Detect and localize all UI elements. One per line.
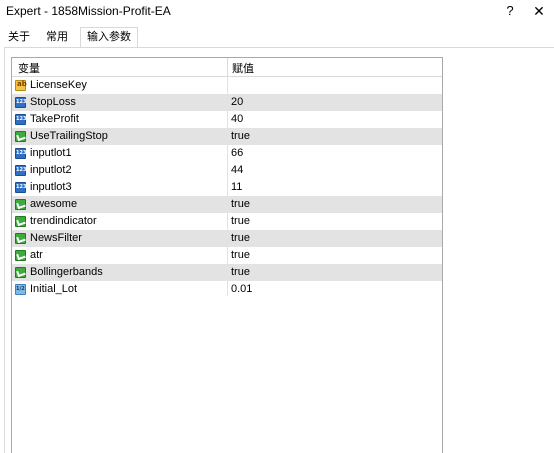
param-name: LicenseKey	[30, 79, 87, 91]
param-name: NewsFilter	[30, 232, 82, 244]
param-value[interactable]: 0.01	[231, 283, 252, 295]
param-value[interactable]: true	[231, 215, 250, 227]
integer-icon	[15, 182, 26, 193]
tab-inputs[interactable]: 输入参数	[80, 27, 138, 47]
tab-panel-border	[4, 47, 554, 48]
param-row-atr[interactable]: atr true	[12, 247, 442, 264]
param-row-initial-lot[interactable]: Initial_Lot 0.01	[12, 281, 442, 298]
param-name: UseTrailingStop	[30, 130, 108, 142]
column-header-value[interactable]: 赋值	[232, 60, 254, 76]
help-button[interactable]: ?	[500, 1, 520, 21]
column-divider[interactable]	[227, 58, 228, 76]
param-name: Bollingerbands	[30, 266, 103, 278]
param-row-trendindicator[interactable]: trendindicator true	[12, 213, 442, 230]
param-value[interactable]: true	[231, 198, 250, 210]
param-row-newsfilter[interactable]: NewsFilter true	[12, 230, 442, 247]
integer-icon	[15, 148, 26, 159]
param-value[interactable]: true	[231, 266, 250, 278]
close-button[interactable]: ✕	[528, 1, 550, 21]
param-value[interactable]: 66	[231, 147, 243, 159]
param-row-bollingerbands[interactable]: Bollingerbands true	[12, 264, 442, 281]
param-value[interactable]: 20	[231, 96, 243, 108]
table-header: 变量 赋值	[12, 58, 442, 77]
tab-common[interactable]: 常用	[46, 29, 68, 45]
window-title: Expert - 1858Mission-Profit-EA	[6, 4, 171, 18]
bool-icon	[15, 216, 26, 227]
param-name: inputlot2	[30, 164, 72, 176]
param-name: StopLoss	[30, 96, 76, 108]
parameters-table: 变量 赋值 LicenseKey StopLoss 20 TakeProfit …	[11, 57, 443, 453]
param-name: awesome	[30, 198, 78, 210]
integer-icon	[15, 114, 26, 125]
param-row-inputlot1[interactable]: inputlot1 66	[12, 145, 442, 162]
param-value[interactable]: 44	[231, 164, 243, 176]
integer-icon	[15, 165, 26, 176]
tab-panel-border-left	[4, 47, 5, 453]
bool-icon	[15, 131, 26, 142]
param-row-awesome[interactable]: awesome true	[12, 196, 442, 213]
column-header-variable[interactable]: 变量	[18, 60, 40, 76]
bool-icon	[15, 199, 26, 210]
param-name: inputlot3	[30, 181, 72, 193]
param-value[interactable]: true	[231, 232, 250, 244]
param-name: atr	[30, 249, 43, 261]
param-name: trendindicator	[30, 215, 97, 227]
param-name: inputlot1	[30, 147, 72, 159]
integer-icon	[15, 97, 26, 108]
param-row-inputlot2[interactable]: inputlot2 44	[12, 162, 442, 179]
tab-about[interactable]: 关于	[8, 29, 30, 45]
title-bar: Expert - 1858Mission-Profit-EA ? ✕	[0, 0, 554, 22]
param-row-inputlot3[interactable]: inputlot3 11	[12, 179, 442, 196]
double-icon	[15, 284, 26, 295]
param-row-usetrailingstop[interactable]: UseTrailingStop true	[12, 128, 442, 145]
param-name: Initial_Lot	[30, 283, 78, 295]
param-row-licensekey[interactable]: LicenseKey	[12, 77, 442, 94]
tab-bar: 关于 常用 输入参数	[0, 27, 554, 47]
string-icon	[15, 80, 27, 91]
param-row-stoploss[interactable]: StopLoss 20	[12, 94, 442, 111]
param-value[interactable]: true	[231, 130, 250, 142]
param-name: TakeProfit	[30, 113, 79, 125]
bool-icon	[15, 250, 26, 261]
param-value[interactable]: 11	[231, 181, 242, 193]
param-row-takeprofit[interactable]: TakeProfit 40	[12, 111, 442, 128]
param-value[interactable]: true	[231, 249, 250, 261]
bool-icon	[15, 267, 26, 278]
bool-icon	[15, 233, 26, 244]
param-value[interactable]: 40	[231, 113, 243, 125]
